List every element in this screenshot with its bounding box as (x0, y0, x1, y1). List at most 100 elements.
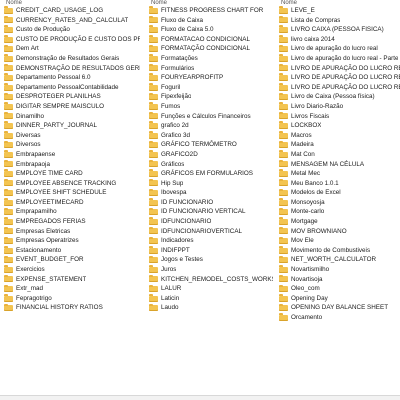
folder-item[interactable]: EMPLOYEE ABSENCE TRACKING (0, 178, 140, 189)
folder-item[interactable]: grafico 2d (145, 121, 273, 131)
folder-item[interactable]: Laudo (145, 303, 273, 313)
folder-item[interactable]: EXPENSE_STATEMENT (0, 274, 140, 285)
folder-item[interactable]: GRÁFICOS EM FORMULARIOS (145, 169, 273, 179)
folder-item[interactable]: Jogos e Testes (145, 255, 273, 265)
folder-item[interactable]: INDIFPPT (145, 246, 273, 256)
folder-item[interactable]: Meu Banco 1.0.1 (275, 178, 400, 189)
folder-item[interactable]: Novartismilho (275, 265, 400, 275)
folder-item[interactable]: FOURYEARPROFITP (145, 73, 273, 83)
folder-item[interactable]: Custo de Produção (0, 25, 140, 35)
folder-item[interactable]: Mov Ele (275, 236, 400, 246)
folder-item[interactable]: DESPROTEGER PLANILHAS (0, 92, 140, 102)
folder-item[interactable]: MOV BROWNIANO (275, 226, 400, 237)
folder-item[interactable]: Mortgage (275, 217, 400, 227)
folder-item[interactable]: Juros (145, 265, 273, 275)
folder-item[interactable]: Monte-carlo (275, 207, 400, 217)
folder-item[interactable]: FORMATAÇÃO CONDICIONAL (145, 44, 273, 54)
folder-item[interactable]: Metal Mec (275, 169, 400, 179)
folder-item[interactable]: Oleo_com (275, 284, 400, 294)
folder-item[interactable]: EVENT_BUDGET_FOR (0, 255, 140, 265)
folder-item[interactable]: GRÁFICO TERMÔMETRO (145, 140, 273, 150)
folder-item[interactable]: DINNER_PARTY_JOURNAL (0, 121, 140, 131)
folder-item[interactable]: Departamento PessoalContabilidade (0, 83, 140, 93)
folder-item[interactable]: Gráficos (145, 159, 273, 170)
folder-item[interactable]: Diversas (0, 131, 140, 141)
horizontal-scrollbar[interactable] (0, 395, 400, 400)
folder-item[interactable]: Dem Art (0, 44, 140, 54)
folder-item[interactable]: Livro Diario-Razão (275, 102, 400, 112)
folder-item[interactable]: Fumos (145, 102, 273, 112)
folder-item[interactable]: Fluxo de Caixa 5.0 (145, 25, 273, 35)
folder-item[interactable]: Laticin (145, 294, 273, 304)
folder-item[interactable]: Modelos de Excel (275, 188, 400, 198)
folder-item[interactable]: LIVRO DE APURAÇÃO DO LUCRO REAL (275, 83, 400, 93)
folder-item[interactable]: Movimento de Combustiveis (275, 246, 400, 256)
folder-item[interactable]: Dinamilho (0, 111, 140, 122)
folder-item[interactable]: LIVRO CAIXA (PESSOA FISICA) (275, 25, 400, 35)
folder-item[interactable]: Mat Con (275, 150, 400, 160)
folder-item[interactable]: Livro de apuração do lucro real - Parte (275, 54, 400, 64)
folder-item[interactable]: ID FUNCIONARIO (145, 198, 273, 208)
folder-item[interactable]: KITCHEN_REMODEL_COSTS_WORKS (145, 274, 273, 285)
folder-item[interactable]: Extr_mad (0, 284, 140, 294)
folder-item[interactable]: NET_WORTH_CALCULATOR (275, 255, 400, 265)
folder-item[interactable]: Embrapaense (0, 150, 140, 160)
folder-item[interactable]: FITNESS PROGRESS CHART FOR (145, 6, 273, 16)
folder-item[interactable]: Macros (275, 131, 400, 141)
folder-item[interactable]: Ibovespa (145, 188, 273, 198)
folder-item[interactable]: Foguril (145, 83, 273, 93)
folder-item[interactable]: Embrapaoja (0, 159, 140, 170)
folder-item[interactable]: CURRENCY_RATES_AND_CALCULAT (0, 15, 140, 26)
folder-item[interactable]: LOCKBOX (275, 121, 400, 131)
folder-item[interactable]: Exercicios (0, 265, 140, 275)
folder-item[interactable]: Funções e Cálculos Financeiros (145, 111, 273, 122)
folder-item[interactable]: Madeira (275, 140, 400, 150)
folder-item[interactable]: EMPLOYEETIMECARD (0, 198, 140, 208)
folder-item[interactable]: DEMONSTRAÇÃO DE RESULTADOS GERE... (0, 63, 140, 74)
folder-item[interactable]: EMPLOYEE SHIFT SCHEDULE (0, 188, 140, 198)
folder-item[interactable]: Fipexfeijão (145, 92, 273, 102)
folder-name: ID FUNCIONARIO VERTICAL (161, 208, 246, 216)
folder-icon (149, 131, 158, 139)
folder-item[interactable]: LALUR (145, 284, 273, 294)
folder-item[interactable]: Novartisoja (275, 274, 400, 285)
folder-item[interactable]: Monsoyosja (275, 198, 400, 208)
folder-item[interactable]: OPENING DAY BALANCE SHEET (275, 303, 400, 313)
folder-item[interactable]: Grafico 3d (145, 131, 273, 141)
folder-item[interactable]: GRAFICO2D (145, 150, 273, 160)
folder-item[interactable]: Diversos (0, 140, 140, 150)
folder-item[interactable]: EMPLOYE TIME CARD (0, 169, 140, 179)
folder-item[interactable]: Orcamento (275, 313, 400, 323)
folder-item[interactable]: Estacionamento (0, 246, 140, 256)
folder-item[interactable]: Emprapamilho (0, 207, 140, 217)
folder-item[interactable]: CREDIT_CARD_USAGE_LOG (0, 6, 140, 16)
folder-item[interactable]: Opening Day (275, 294, 400, 304)
folder-item[interactable]: EMPREGADOS FERIAS (0, 217, 140, 227)
folder-item[interactable]: IDFUNCIONARIO (145, 217, 273, 227)
folder-item[interactable]: Indicadores (145, 236, 273, 246)
folder-item[interactable]: livro caixa 2014 (275, 35, 400, 45)
folder-item[interactable]: Departamento Pessoal 6.0 (0, 73, 140, 83)
folder-item[interactable]: ID FUNCIONARIO VERTICAL (145, 207, 273, 217)
folder-item[interactable]: Demonstração de Resultados Gerais (0, 54, 140, 64)
folder-item[interactable]: IDFUNCIONARIOVERTICAL (145, 226, 273, 237)
folder-item[interactable]: Empresas Operatrizes (0, 236, 140, 246)
folder-item[interactable]: LEVE_E (275, 6, 400, 16)
folder-item[interactable]: LIVRO DE APURAÇÃO DO LUCRO REAL (275, 63, 400, 74)
folder-item[interactable]: LIVRO DE APURAÇÃO DO LUCRO REAL (275, 73, 400, 83)
folder-item[interactable]: Formulários (145, 63, 273, 74)
folder-item[interactable]: Fepragotrigo (0, 294, 140, 304)
folder-item[interactable]: Lista de Compras (275, 15, 400, 26)
folder-item[interactable]: Livro de Caixa (Pessoa física) (275, 92, 400, 102)
folder-item[interactable]: FINANCIAL HISTORY RATIOS (0, 303, 140, 313)
folder-item[interactable]: Fluxo de Caixa (145, 15, 273, 26)
folder-item[interactable]: Empresas Eletricas (0, 226, 140, 237)
folder-item[interactable]: Livros Fiscais (275, 111, 400, 122)
folder-item[interactable]: Formatações (145, 54, 273, 64)
folder-item[interactable]: MENSAGEM NA CÉLULA (275, 159, 400, 170)
folder-item[interactable]: CUSTO DE PRODUÇÃO E CUSTO DOS PR... (0, 35, 140, 45)
folder-item[interactable]: DIGITAR SEMPRE MAISCULO (0, 102, 140, 112)
folder-item[interactable]: Hip Sup (145, 178, 273, 189)
folder-item[interactable]: Livro de apuração do lucro real (275, 44, 400, 54)
folder-item[interactable]: FORMATACAO CONDICIONAL (145, 35, 273, 45)
